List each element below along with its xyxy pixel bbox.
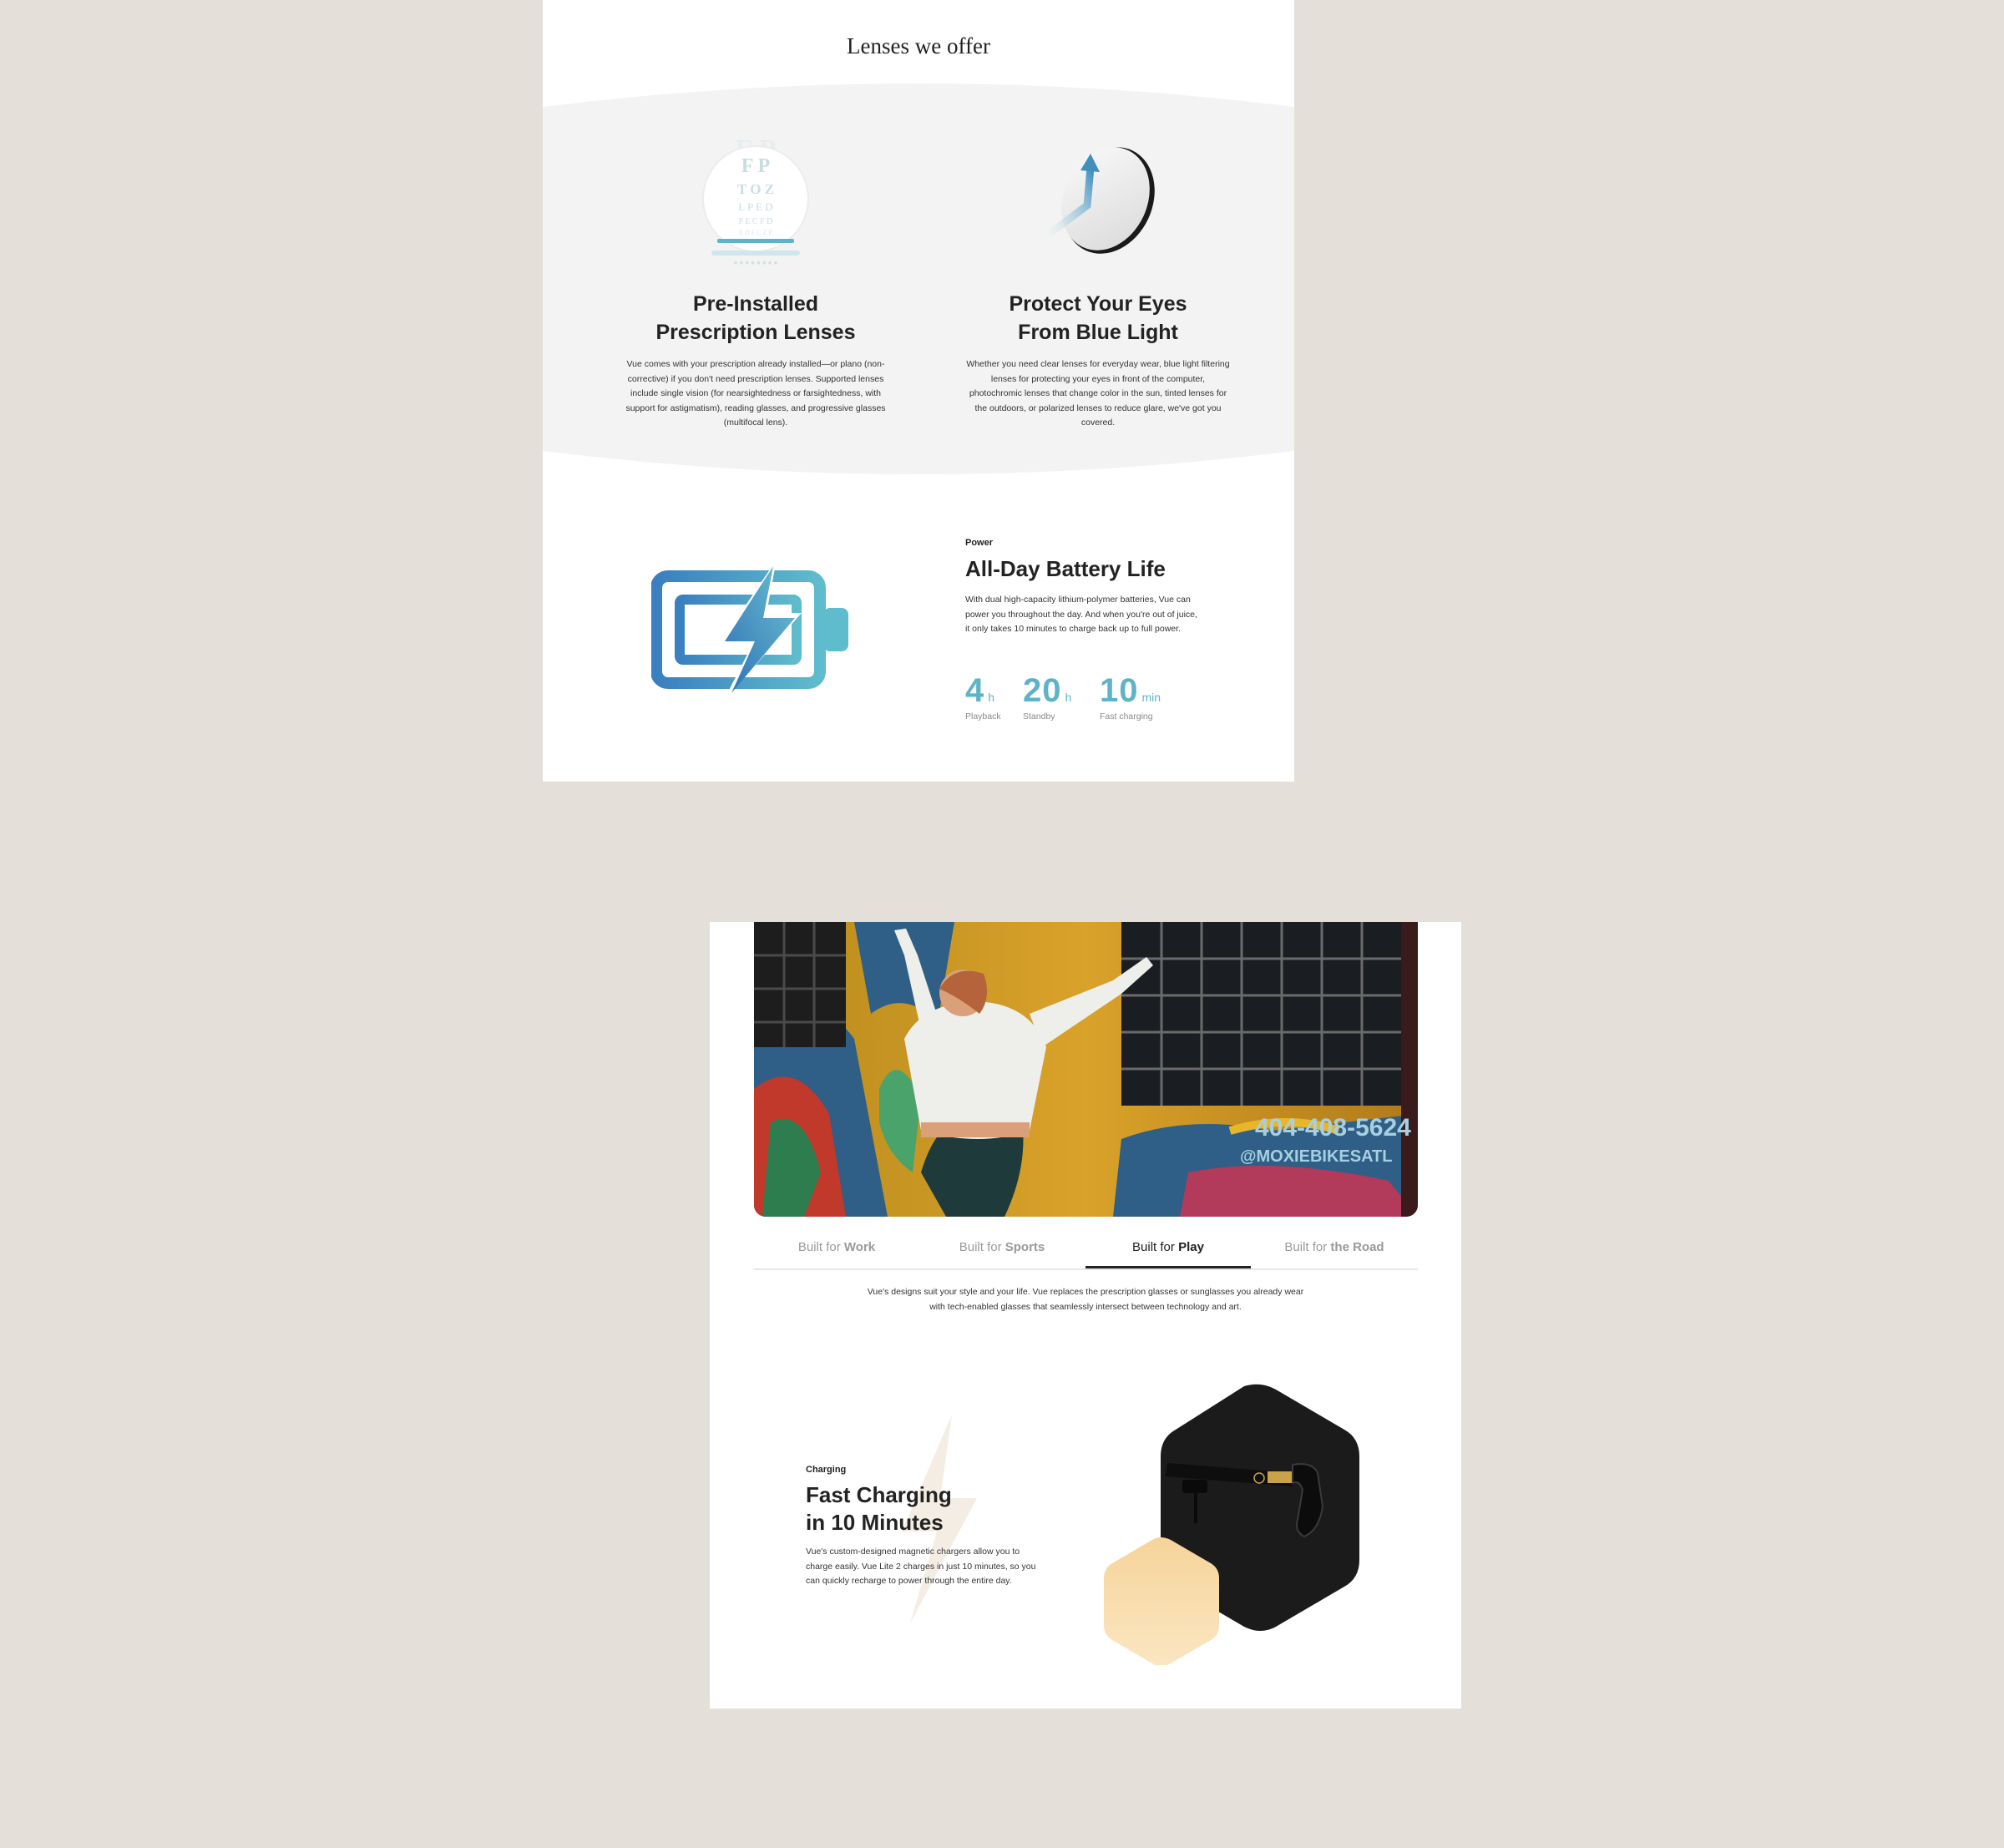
lens-title-prescription: Pre-Installed Prescription Lenses <box>655 292 856 344</box>
power-eyebrow: Power <box>965 538 994 548</box>
svg-text:404-408-5624: 404-408-5624 <box>1255 1114 1411 1142</box>
blue-light-lens-icon <box>1050 147 1155 254</box>
charging-title: Fast Charging in 10 Minutes <box>806 1482 952 1535</box>
tab-the-road[interactable]: Built for the Road <box>1252 1227 1417 1268</box>
built-for-charging-panel: 404-408-5624 @MOXIEBIKESATL Built for Wo… <box>710 922 1461 1709</box>
lens-description-blue-light: Whether you need clear lenses for everyd… <box>966 359 1230 428</box>
charging-description: Vue's custom-designed magnetic chargers … <box>806 1547 1036 1586</box>
glasses-charger-icon <box>1104 1384 1359 1665</box>
svg-text:T O Z: T O Z <box>737 181 774 197</box>
tab-play[interactable]: Built for Play <box>1086 1227 1251 1268</box>
lenses-section-title: Lenses we offer <box>847 33 990 58</box>
svg-text:E D F C Z P: E D F C Z P <box>739 229 772 236</box>
built-for-description: Vue's designs suit your style and your l… <box>867 1287 1304 1312</box>
stat-standby: 20 h Standby <box>1023 672 1072 721</box>
battery-charging-icon <box>651 559 848 701</box>
svg-text:@MOXIEBIKESATL: @MOXIEBIKESATL <box>1240 1147 1392 1166</box>
lens-description-prescription: Vue comes with your prescription already… <box>625 359 886 428</box>
lens-title-blue-light: Protect Your Eyes From Blue Light <box>1009 292 1187 344</box>
stat-playback: 4h Playback <box>965 672 1001 721</box>
tab-sports[interactable]: Built for Sports <box>919 1227 1085 1268</box>
svg-text:F P: F P <box>741 155 770 177</box>
charging-eyebrow: Charging <box>806 1465 847 1475</box>
power-description: With dual high-capacity lithium-polymer … <box>965 595 1197 634</box>
built-for-tabs: Built for Work Built for Sports Built fo… <box>754 1227 1418 1270</box>
svg-text:L P E D: L P E D <box>738 200 772 213</box>
tab-work[interactable]: Built for Work <box>754 1227 919 1268</box>
dancing-woman-mural-image: 404-408-5624 @MOXIEBIKESATL <box>754 922 1418 1217</box>
lifestyle-photo: 404-408-5624 @MOXIEBIKESATL <box>754 922 1418 1217</box>
svg-text:P E C F D: P E C F D <box>739 217 773 226</box>
power-title: All-Day Battery Life <box>965 556 1166 581</box>
lens-band: F P F P T O Z L P E D P E C F D E D F C … <box>543 84 1294 484</box>
lenses-power-panel: Lenses we offer F P F P T O Z L P E D P … <box>543 0 1294 782</box>
svg-text:● ● ● ● ● ● ● ●: ● ● ● ● ● ● ● ● <box>734 259 778 266</box>
eye-chart-icon: F P F P T O Z L P E D P E C F D E D F C … <box>702 134 809 266</box>
stat-fast-charging: 10 min Fast charging <box>1100 672 1161 721</box>
